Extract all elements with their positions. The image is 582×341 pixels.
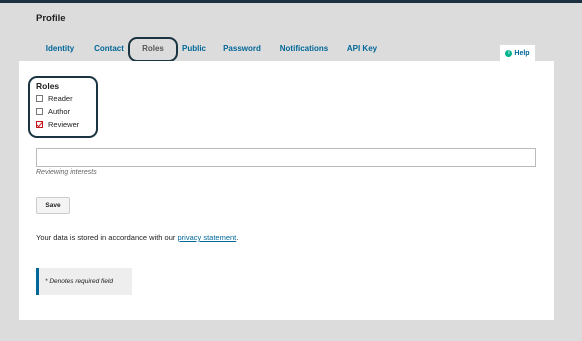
role-author[interactable]: Author xyxy=(36,106,70,117)
reviewer-label: Reviewer xyxy=(48,120,80,129)
info-icon: i xyxy=(505,49,513,57)
page-title: Profile xyxy=(36,13,66,24)
tab-password[interactable]: Password xyxy=(219,38,265,60)
privacy-statement-link[interactable]: privacy statement xyxy=(177,233,236,242)
roles-title: Roles xyxy=(36,81,60,91)
author-checkbox[interactable] xyxy=(36,108,43,115)
privacy-text: Your data is stored in accordance with o… xyxy=(36,233,178,242)
save-button[interactable]: Save xyxy=(36,197,70,214)
tab-notifications[interactable]: Notifications xyxy=(275,38,333,60)
help-label: Help xyxy=(514,49,530,57)
tab-public[interactable]: Public xyxy=(178,38,210,60)
privacy-notice: Your data is stored in accordance with o… xyxy=(36,233,238,242)
role-reader[interactable]: Reader xyxy=(36,93,73,104)
reviewer-checkbox[interactable] xyxy=(36,121,43,128)
reviewing-interests-label: Reviewing interests xyxy=(36,169,97,176)
tab-identity[interactable]: Identity xyxy=(40,38,80,60)
reader-label: Reader xyxy=(48,94,73,103)
privacy-suffix: . xyxy=(236,233,239,242)
tab-roles[interactable]: Roles xyxy=(132,38,174,60)
top-bar xyxy=(0,0,582,3)
profile-tabs: Identity Contact Roles Public Password N… xyxy=(0,38,582,60)
reader-checkbox[interactable] xyxy=(36,95,43,102)
role-reviewer[interactable]: Reviewer xyxy=(36,119,79,130)
required-field-note: * Denotes required field xyxy=(36,268,132,295)
reviewing-interests-input[interactable] xyxy=(36,148,536,167)
help-button[interactable]: i Help xyxy=(499,44,536,61)
tab-contact[interactable]: Contact xyxy=(90,38,128,60)
tab-api-key[interactable]: API Key xyxy=(342,38,382,60)
author-label: Author xyxy=(48,107,71,116)
